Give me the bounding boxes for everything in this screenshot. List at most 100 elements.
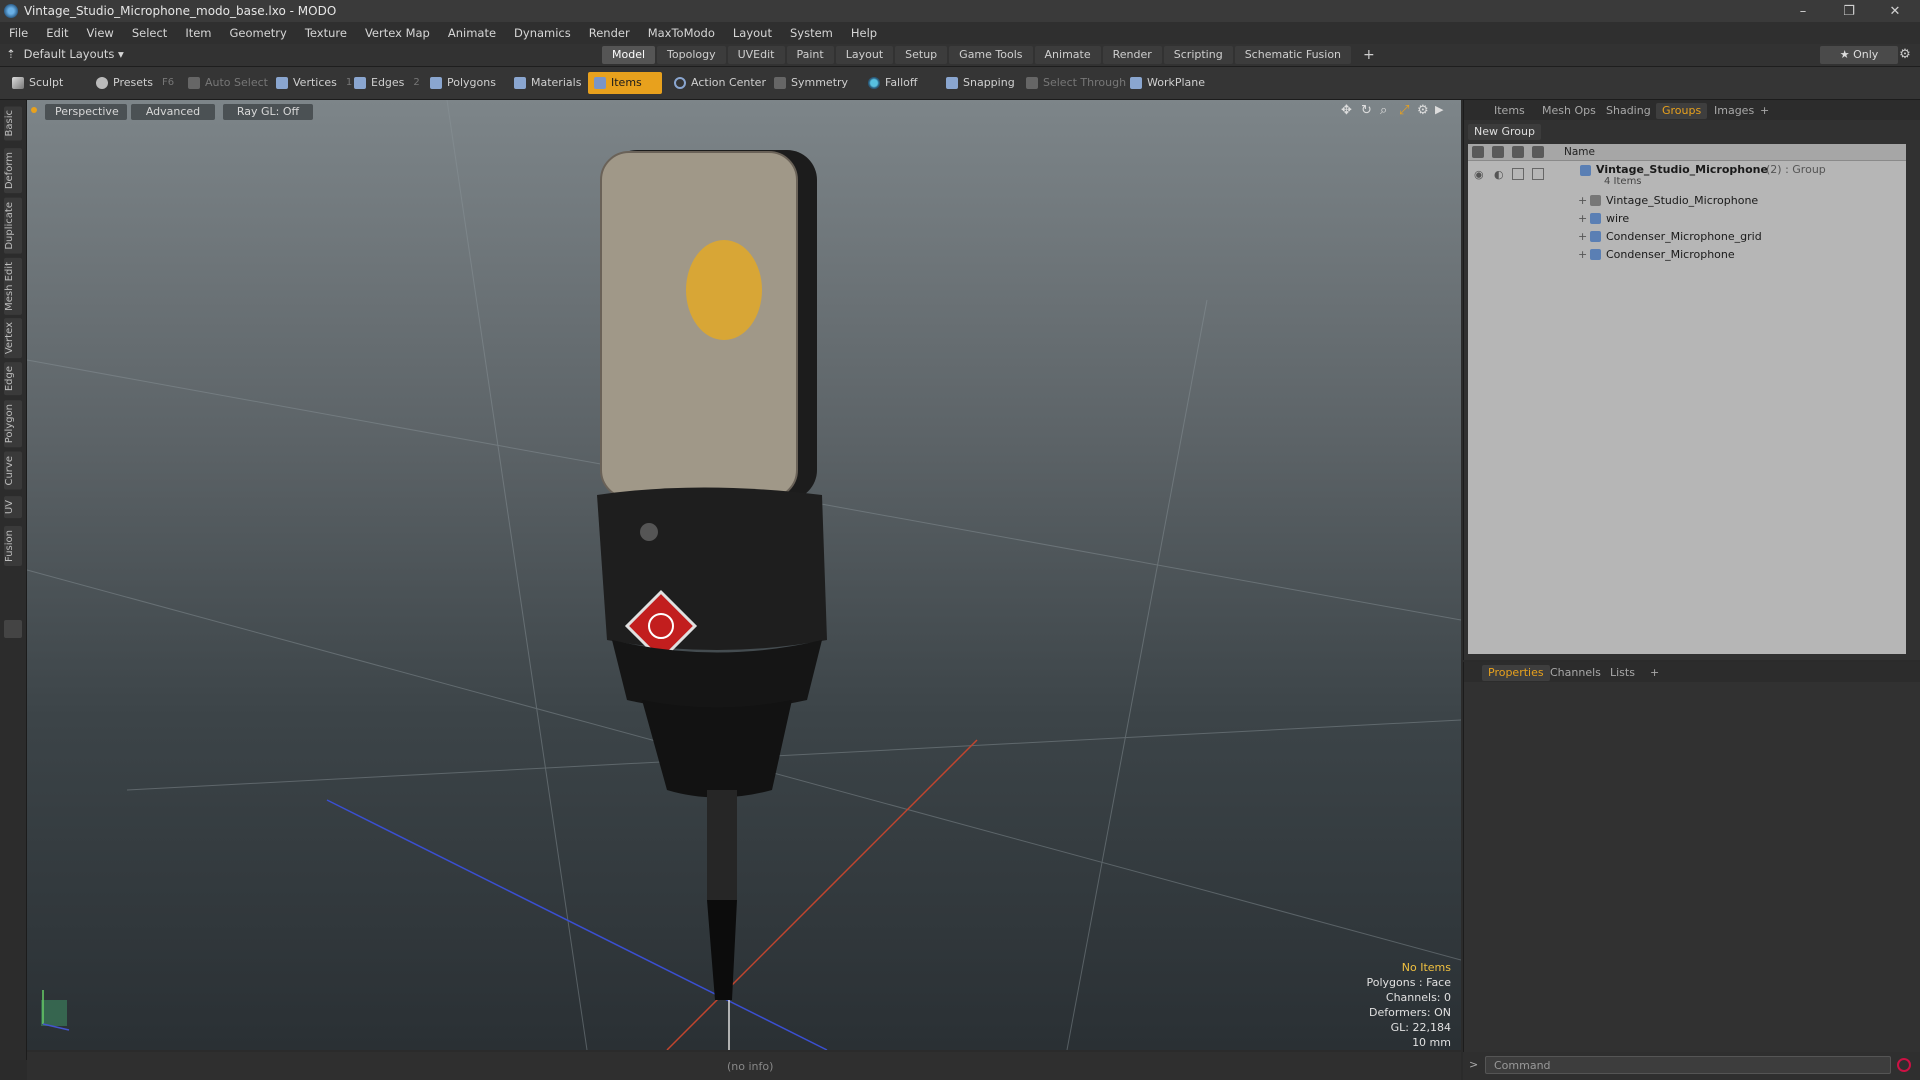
menu-system[interactable]: System [781, 26, 842, 40]
panel-toggle-button[interactable] [4, 620, 22, 638]
tab-scripting[interactable]: Scripting [1163, 46, 1233, 64]
vtab-fusion[interactable]: Fusion [4, 526, 22, 566]
menu-view[interactable]: View [78, 26, 123, 40]
menu-geometry[interactable]: Geometry [221, 26, 296, 40]
tab-channels[interactable]: Channels [1544, 665, 1607, 681]
viewport-settings-icon[interactable]: ⚙ [1417, 103, 1429, 118]
tree-item[interactable]: + wire [1468, 210, 1906, 228]
tab-uvedit[interactable]: UVEdit [727, 46, 785, 64]
menu-edit[interactable]: Edit [37, 26, 77, 40]
sculpt-button[interactable]: Sculpt [6, 72, 69, 94]
menu-render[interactable]: Render [580, 26, 639, 40]
tab-schematic-fusion[interactable]: Schematic Fusion [1234, 46, 1352, 64]
render-column-icon[interactable] [1492, 146, 1504, 158]
vtab-vertex[interactable]: Vertex [4, 318, 22, 359]
zoom-view-icon[interactable]: ⌕ [1380, 103, 1387, 118]
visibility-column-icon[interactable] [1472, 146, 1484, 158]
group-row[interactable]: ◉ ◐ Vintage_Studio_Microphone (2) : Grou… [1468, 162, 1906, 188]
rotate-view-icon[interactable]: ↻ [1361, 103, 1372, 118]
polygons-button[interactable]: Polygons [424, 72, 502, 94]
auto-select-button[interactable]: Auto Select [182, 72, 274, 94]
snapping-button[interactable]: Snapping [940, 72, 1021, 94]
tab-topology[interactable]: Topology [657, 46, 726, 64]
tab-shading[interactable]: Shading [1600, 103, 1657, 119]
viewport-info: No Items Polygons : Face Channels: 0 Def… [1366, 960, 1451, 1050]
tab-animate[interactable]: Animate [1034, 46, 1101, 64]
tab-mesh-ops[interactable]: Mesh Ops [1536, 103, 1602, 119]
tab-groups[interactable]: Groups [1656, 103, 1708, 119]
vertices-button[interactable]: Vertices 1 [270, 72, 358, 94]
tree-item[interactable]: + Vintage_Studio_Microphone [1468, 192, 1906, 210]
menu-file[interactable]: File [0, 26, 37, 40]
lock-icon[interactable] [1512, 168, 1524, 180]
workplane-button[interactable]: WorkPlane [1124, 72, 1211, 94]
vtab-duplicate[interactable]: Duplicate [4, 198, 22, 254]
select-through-button[interactable]: Select Through [1020, 72, 1132, 94]
vtab-curve[interactable]: Curve [4, 452, 22, 490]
minimize-button[interactable]: – [1780, 0, 1826, 22]
menu-maxtomodo[interactable]: MaxToModo [639, 26, 724, 40]
tab-layout[interactable]: Layout [835, 46, 894, 64]
vtab-mesh-edit[interactable]: Mesh Edit [4, 258, 22, 315]
vtab-edge[interactable]: Edge [4, 362, 22, 396]
symmetry-button[interactable]: Symmetry [768, 72, 854, 94]
items-button[interactable]: Items [588, 72, 662, 94]
tab-setup[interactable]: Setup [895, 46, 948, 64]
default-layouts-dropdown[interactable]: ⇡ Default Layouts ▾ [6, 47, 124, 61]
menu-vertex-map[interactable]: Vertex Map [356, 26, 439, 40]
menu-help[interactable]: Help [842, 26, 886, 40]
render-icon[interactable]: ◐ [1494, 168, 1504, 181]
select-checkbox[interactable] [1532, 168, 1544, 180]
tree-item[interactable]: + Condenser_Microphone [1468, 246, 1906, 264]
record-icon[interactable] [1897, 1058, 1911, 1072]
tab-render[interactable]: Render [1102, 46, 1162, 64]
close-button[interactable]: ✕ [1872, 0, 1918, 22]
fit-view-icon[interactable]: ⤢ [1399, 103, 1409, 118]
menu-select[interactable]: Select [123, 26, 176, 40]
expand-icon[interactable]: + [1578, 194, 1587, 207]
presets-button[interactable]: Presets F6 [90, 72, 180, 94]
materials-button[interactable]: Materials [508, 72, 587, 94]
falloff-button[interactable]: Falloff [862, 72, 923, 94]
add-tab-button[interactable]: + [1353, 46, 1385, 64]
menu-layout[interactable]: Layout [724, 26, 781, 40]
vtab-polygon[interactable]: Polygon [4, 400, 22, 448]
action-center-button[interactable]: Action Center [668, 72, 772, 94]
only-toggle[interactable]: ★ Only [1820, 46, 1898, 64]
menu-item[interactable]: Item [176, 26, 220, 40]
vtab-basic[interactable]: Basic [4, 106, 22, 141]
tree-item[interactable]: + Condenser_Microphone_grid [1468, 228, 1906, 246]
eye-icon[interactable]: ◉ [1474, 168, 1484, 181]
vtab-deform[interactable]: Deform [4, 148, 22, 194]
add-panel-tab-button[interactable]: + [1754, 103, 1775, 119]
expand-icon[interactable]: + [1578, 212, 1587, 225]
tab-paint[interactable]: Paint [786, 46, 834, 64]
tab-lists[interactable]: Lists [1604, 665, 1641, 681]
gear-icon[interactable]: ⚙ [1896, 46, 1914, 64]
group-icon [1580, 165, 1591, 176]
command-input[interactable]: Command [1485, 1056, 1891, 1074]
lock-column-icon[interactable] [1512, 146, 1524, 158]
tab-properties[interactable]: Properties [1482, 665, 1550, 681]
restore-button[interactable]: ❐ [1826, 0, 1872, 22]
add-properties-tab-button[interactable]: + [1644, 665, 1665, 681]
tab-game-tools[interactable]: Game Tools [949, 46, 1033, 64]
menu-animate[interactable]: Animate [439, 26, 505, 40]
new-group-button[interactable]: New Group [1468, 124, 1541, 140]
viewport-more-icon[interactable]: ▶ [1435, 103, 1443, 116]
edges-button[interactable]: Edges 2 [348, 72, 426, 94]
tab-model[interactable]: Model [602, 46, 656, 64]
raygl-toggle[interactable]: Ray GL: Off [223, 104, 313, 120]
3d-viewport[interactable]: Perspective Advanced Ray GL: Off ✥ ↻ ⌕ ⤢… [27, 100, 1461, 1050]
menu-dynamics[interactable]: Dynamics [505, 26, 580, 40]
expand-icon[interactable]: + [1578, 230, 1587, 243]
menu-texture[interactable]: Texture [296, 26, 356, 40]
vtab-uv[interactable]: UV [4, 496, 22, 519]
move-view-icon[interactable]: ✥ [1341, 103, 1352, 118]
view-type-button[interactable]: Perspective [45, 104, 127, 120]
shading-mode-button[interactable]: Advanced [131, 104, 215, 120]
select-column-icon[interactable] [1532, 146, 1544, 158]
expand-icon[interactable]: + [1578, 248, 1587, 261]
tab-images[interactable]: Images [1708, 103, 1760, 119]
tab-items[interactable]: Items [1488, 103, 1531, 119]
